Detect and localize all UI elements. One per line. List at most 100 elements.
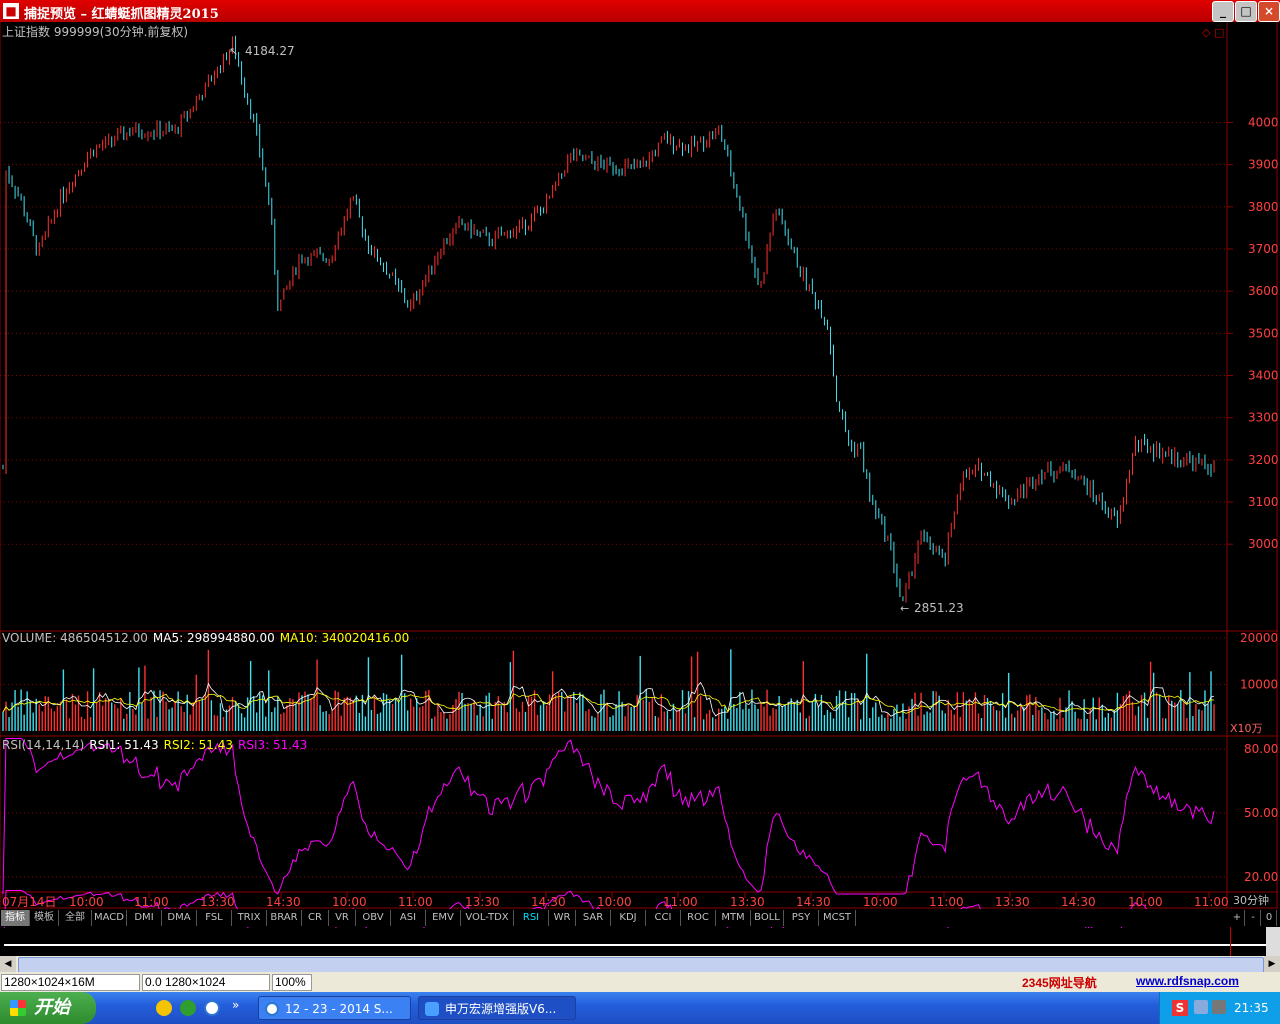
price-tick-label: 3800 xyxy=(1248,200,1279,214)
tab-brar[interactable]: BRAR xyxy=(267,910,302,926)
quicklaunch-icon-2[interactable] xyxy=(180,1000,196,1016)
tab-obv[interactable]: OBV xyxy=(356,910,391,926)
chart-header: 上证指数 999999(30分钟.前复权) xyxy=(2,24,188,39)
tab-dmi[interactable]: DMI xyxy=(127,910,162,926)
time-tick-label: 13:30 xyxy=(465,895,500,909)
minimize-button[interactable]: _ xyxy=(1212,1,1234,22)
quicklaunch-icon-3[interactable] xyxy=(204,1000,220,1016)
volume-ma10: MA10: 340020416.00 xyxy=(280,631,410,645)
price-tick-label: 3600 xyxy=(1248,284,1279,298)
taskbar: 开始 » 12 - 23 - 2014 S... 申万宏源增强版V6... S … xyxy=(0,992,1280,1024)
volume-ma5: MA5: 298994880.00 xyxy=(153,631,275,645)
rsi1-value: RSI1: 51.43 xyxy=(89,738,158,752)
windows-logo-icon xyxy=(10,1000,26,1016)
time-tick-label: 11:00 xyxy=(929,895,964,909)
quicklaunch-icon-1[interactable] xyxy=(156,1000,172,1016)
site-link[interactable]: www.rdfsnap.com xyxy=(1136,974,1239,988)
close-button[interactable]: × xyxy=(1258,1,1280,22)
clock[interactable]: 21:35 xyxy=(1234,1001,1269,1015)
scroll-right-button[interactable]: ▶ xyxy=(1264,956,1280,972)
time-tick-label: 10:00 xyxy=(597,895,632,909)
cursor-coords: 0.0 1280×1024 xyxy=(142,974,270,991)
time-tick-label: 10:00 xyxy=(1128,895,1163,909)
time-tick-label: 10:00 xyxy=(332,895,367,909)
tab-mcst[interactable]: MCST xyxy=(819,910,856,926)
app-task-icon xyxy=(425,1002,439,1016)
time-tick-label: 13:30 xyxy=(200,895,235,909)
tab-psy[interactable]: PSY xyxy=(784,910,819,926)
quicklaunch-more-icon[interactable]: » xyxy=(232,998,239,1012)
time-tick-label: 13:30 xyxy=(730,895,765,909)
scroll-left-button[interactable]: ◀ xyxy=(0,956,16,972)
time-tick-label: 11:00 xyxy=(1194,895,1229,909)
volume-tick-label: 20000 xyxy=(1240,631,1278,645)
time-tick-label: 11:00 xyxy=(134,895,169,909)
price-tick-label: 3300 xyxy=(1248,411,1279,425)
start-button[interactable]: 开始 xyxy=(0,992,96,1024)
price-tick-label: 3500 xyxy=(1248,326,1279,340)
tab-trix[interactable]: TRIX xyxy=(232,910,267,926)
time-tick-label: 14:30 xyxy=(796,895,831,909)
tab-control-0[interactable]: + xyxy=(1230,910,1245,926)
volume-value: VOLUME: 486504512.00 xyxy=(2,631,148,645)
price-tick-label: 3400 xyxy=(1248,369,1279,383)
tab-指标[interactable]: 指标 xyxy=(1,910,30,926)
tray-icon-1[interactable] xyxy=(1194,1000,1208,1014)
scroll-thumb[interactable] xyxy=(18,957,1264,973)
tab-boll[interactable]: BOLL xyxy=(751,910,784,926)
tab-kdj[interactable]: KDJ xyxy=(611,910,646,926)
price-tick-label: 3700 xyxy=(1248,242,1279,256)
rsi3-value: RSI3: 51.43 xyxy=(238,738,307,752)
tab-cci[interactable]: CCI xyxy=(646,910,681,926)
ad-link[interactable]: 2345网址导航 xyxy=(1022,974,1097,991)
window-title: 捕捉预览 – 红蜻蜓抓图精灵2015 xyxy=(24,7,219,22)
price-tick-label: 3900 xyxy=(1248,158,1279,172)
app-icon[interactable]: ■ xyxy=(3,3,19,19)
stock-chart[interactable]: 上证指数 999999(30分钟.前复权) ◇ □ 4000 3900 3800 37… xyxy=(0,22,1280,928)
rsi-tick-label: 20.00 xyxy=(1244,870,1278,884)
tab-rsi[interactable]: RSI xyxy=(514,910,549,926)
rsi2-value: RSI2: 51.43 xyxy=(164,738,233,752)
tab-control-2[interactable]: 0 xyxy=(1262,910,1277,926)
zoom-level: 100% xyxy=(272,974,312,991)
tab-fsl[interactable]: FSL xyxy=(197,910,232,926)
window-titlebar: ■ 捕捉预览 – 红蜻蜓抓图精灵2015 _ □ × xyxy=(0,0,1280,22)
time-tick-label: 11:00 xyxy=(398,895,433,909)
volume-unit: X10万 xyxy=(1230,722,1263,735)
tab-control-1[interactable]: - xyxy=(1246,910,1261,926)
input-method-icon[interactable]: S xyxy=(1172,1000,1188,1016)
taskbar-task-1[interactable]: 12 - 23 - 2014 S... xyxy=(258,996,411,1020)
tab-vol-tdx[interactable]: VOL-TDX xyxy=(461,910,514,926)
horizontal-scrollbar[interactable]: ◀ ▶ xyxy=(0,956,1280,973)
tab-模板[interactable]: 模板 xyxy=(30,910,59,926)
tab-dma[interactable]: DMA xyxy=(162,910,197,926)
tray-icon-2[interactable] xyxy=(1212,1000,1226,1014)
pane-controls-icon[interactable]: ◇ □ xyxy=(1202,26,1224,39)
tab-macd[interactable]: MACD xyxy=(92,910,127,926)
image-size: 1280×1024×16M xyxy=(1,974,140,991)
tab-asi[interactable]: ASI xyxy=(391,910,426,926)
time-tick-label: 14:30 xyxy=(266,895,301,909)
price-tick-label: 3100 xyxy=(1248,495,1279,509)
tab-roc[interactable]: ROC xyxy=(681,910,716,926)
system-tray: S 21:35 xyxy=(1159,992,1280,1024)
time-tick-label: 14:30 xyxy=(1061,895,1096,909)
tab-wr[interactable]: WR xyxy=(549,910,576,926)
low-price-label: 2851.23 xyxy=(914,601,964,615)
task-label-2: 申万宏源增强版V6... xyxy=(445,1002,557,1016)
tab-mtm[interactable]: MTM xyxy=(716,910,751,926)
volume-header: VOLUME: 486504512.00 MA5: 298994880.00 MA1… xyxy=(2,631,409,645)
period-label[interactable]: 30分钟 xyxy=(1233,893,1269,907)
tab-cr[interactable]: CR xyxy=(302,910,329,926)
tab-sar[interactable]: SAR xyxy=(576,910,611,926)
taskbar-task-2[interactable]: 申万宏源增强版V6... xyxy=(418,996,576,1020)
ie-icon xyxy=(265,1002,279,1016)
tab-全部[interactable]: 全部 xyxy=(59,910,92,926)
maximize-button[interactable]: □ xyxy=(1235,1,1257,22)
tab-vr[interactable]: VR xyxy=(329,910,356,926)
time-tick-label: 10:00 xyxy=(863,895,898,909)
tab-emv[interactable]: EMV xyxy=(426,910,461,926)
time-tick-label: 07月14日 xyxy=(2,895,57,909)
rsi-tick-label: 80.00 xyxy=(1244,742,1278,756)
high-price-label: 4184.27 xyxy=(245,44,295,58)
